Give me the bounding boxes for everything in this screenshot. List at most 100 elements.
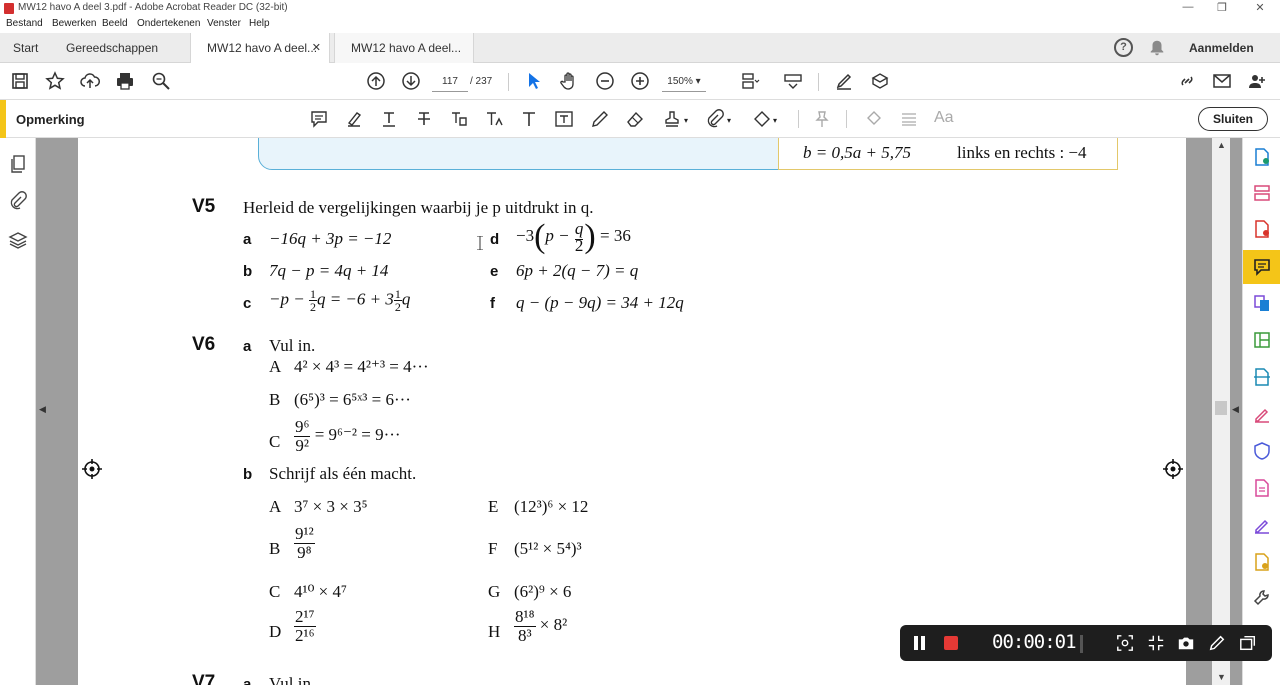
scroll-mode-icon[interactable]	[783, 71, 803, 91]
menu-beeld[interactable]: Beeld	[102, 18, 128, 29]
hand-tool-icon[interactable]	[559, 71, 579, 91]
v5-a-equation: −16q + 3p = −12	[269, 229, 392, 248]
close-comment-button[interactable]: Sluiten	[1198, 107, 1268, 131]
text-cursor-icon	[477, 235, 483, 251]
v6-a-B-letter: B	[269, 390, 281, 409]
cloud-upload-icon[interactable]	[80, 71, 100, 91]
underline-text-icon[interactable]	[379, 109, 399, 129]
bell-icon[interactable]	[1148, 39, 1166, 57]
pencil-icon[interactable]	[590, 109, 610, 129]
page-display-icon[interactable]	[740, 71, 760, 91]
export-pdf-icon[interactable]	[1252, 147, 1272, 167]
tab-document-active[interactable]: MW12 havo A deel... ✕	[190, 33, 330, 63]
zoom-level-select[interactable]: 150% ▾	[662, 72, 706, 92]
page-up-icon[interactable]	[366, 71, 386, 91]
font-size-icon[interactable]: Aa	[934, 109, 954, 127]
menu-help[interactable]: Help	[249, 18, 270, 29]
scroll-up-icon[interactable]: ▲	[1217, 140, 1226, 150]
attach-file-icon[interactable]	[705, 109, 725, 129]
share-people-icon[interactable]	[1247, 71, 1267, 91]
close-window-button[interactable]: ✕	[1252, 1, 1268, 14]
attach-dropdown-icon[interactable]: ▾	[727, 116, 731, 125]
collapse-left-icon[interactable]: ◀	[39, 404, 46, 415]
scrollbar-thumb[interactable]	[1215, 401, 1227, 415]
add-text-icon[interactable]	[519, 109, 539, 129]
fill-color-icon[interactable]	[864, 109, 884, 129]
help-icon[interactable]: ?	[1114, 38, 1133, 57]
signin-link[interactable]: Aanmelden	[1189, 33, 1254, 63]
comment-tool-icon[interactable]	[1252, 257, 1272, 277]
attachments-icon[interactable]	[8, 191, 28, 211]
restore-button[interactable]: ❐	[1214, 1, 1230, 14]
eraser-icon[interactable]	[625, 109, 645, 129]
page-thumbnails-icon[interactable]	[8, 154, 28, 174]
sign-pen-icon[interactable]	[834, 71, 854, 91]
tab-close-icon[interactable]: ✕	[312, 33, 321, 63]
scan-ocr-icon[interactable]	[1252, 367, 1272, 387]
minimize-button[interactable]: —	[1180, 1, 1196, 13]
send-for-review-icon[interactable]	[1252, 552, 1272, 572]
layers-icon[interactable]	[8, 230, 28, 250]
protect-shield-icon[interactable]	[1252, 441, 1272, 461]
v6-b-D-expression: 2¹⁷ 2¹⁶	[294, 607, 316, 645]
organize-pages-icon[interactable]	[1252, 183, 1272, 203]
menu-ondertekenen[interactable]: Ondertekenen	[137, 18, 200, 29]
document-viewport[interactable]: ◀ b = 0,5a + 5,75 links en rechts : −4 V…	[36, 138, 1242, 685]
shapes-icon[interactable]	[752, 109, 772, 129]
prepare-form-icon[interactable]	[1252, 478, 1272, 498]
link-share-icon[interactable]	[1177, 71, 1197, 91]
minimize-recorder-icon[interactable]	[1239, 634, 1257, 652]
zoom-search-icon[interactable]	[151, 71, 171, 91]
page-down-icon[interactable]	[401, 71, 421, 91]
scroll-down-icon[interactable]: ▼	[1217, 672, 1226, 682]
tab-start[interactable]: Start	[13, 33, 38, 63]
page-number-input[interactable]: 117	[432, 72, 468, 92]
v6-b-A-expression: 3⁷ × 3 × 3⁵	[294, 497, 368, 516]
pin-icon[interactable]	[812, 109, 832, 129]
save-icon[interactable]	[10, 71, 30, 91]
star-icon[interactable]	[45, 71, 65, 91]
menu-venster[interactable]: Venster	[207, 18, 241, 29]
highlight-icon[interactable]	[344, 109, 364, 129]
shapes-dropdown-icon[interactable]: ▾	[773, 116, 777, 125]
zoom-out-icon[interactable]	[595, 71, 615, 91]
v6-b-E-letter: E	[488, 497, 499, 516]
select-cursor-icon[interactable]	[524, 71, 544, 91]
stop-record-icon[interactable]	[944, 636, 958, 650]
more-tools-icon[interactable]	[1252, 588, 1272, 608]
stamp-dropdown-icon[interactable]: ▾	[684, 116, 688, 125]
vertical-scrollbar[interactable]: ▲ ▼	[1212, 138, 1230, 685]
pause-icon[interactable]	[914, 636, 918, 650]
fill-sign-icon[interactable]	[870, 71, 890, 91]
v6-b-B-letter: B	[269, 539, 281, 558]
shrink-icon[interactable]	[1147, 634, 1165, 652]
edit-pdf-icon[interactable]	[1252, 330, 1272, 350]
print-icon[interactable]	[115, 71, 135, 91]
create-pdf-icon[interactable]	[1252, 219, 1272, 239]
v6-b-C-expression: 4¹⁰ × 4⁷	[294, 582, 347, 601]
menu-bestand[interactable]: Bestand	[6, 18, 43, 29]
camera-icon[interactable]	[1177, 634, 1195, 652]
line-weight-icon[interactable]	[899, 109, 919, 129]
email-icon[interactable]	[1212, 71, 1232, 91]
menu-bewerken[interactable]: Bewerken	[52, 18, 96, 29]
stamp-icon[interactable]	[662, 109, 682, 129]
combine-files-icon[interactable]	[1252, 293, 1272, 313]
fill-and-sign-icon[interactable]	[1252, 404, 1272, 424]
right-tools-pane	[1242, 138, 1280, 685]
focus-target-icon[interactable]	[1116, 634, 1134, 652]
tab-tools[interactable]: Gereedschappen	[66, 33, 158, 63]
text-box-icon[interactable]	[554, 109, 574, 129]
sticky-note-icon[interactable]	[309, 109, 329, 129]
zoom-in-icon[interactable]	[630, 71, 650, 91]
screen-recorder-widget: 00:00:01	[900, 625, 1272, 661]
v6-a-letter: a	[243, 338, 252, 355]
replace-text-icon[interactable]	[449, 109, 469, 129]
strikethrough-icon[interactable]	[414, 109, 434, 129]
window-title: MW12 havo A deel 3.pdf - Adobe Acrobat R…	[18, 2, 288, 13]
insert-text-icon[interactable]	[484, 109, 504, 129]
tab-document-2[interactable]: MW12 havo A deel...	[334, 33, 474, 63]
draw-pen-icon[interactable]	[1208, 634, 1226, 652]
collapse-right-icon[interactable]: ◀	[1232, 404, 1239, 415]
request-signature-icon[interactable]	[1252, 515, 1272, 535]
